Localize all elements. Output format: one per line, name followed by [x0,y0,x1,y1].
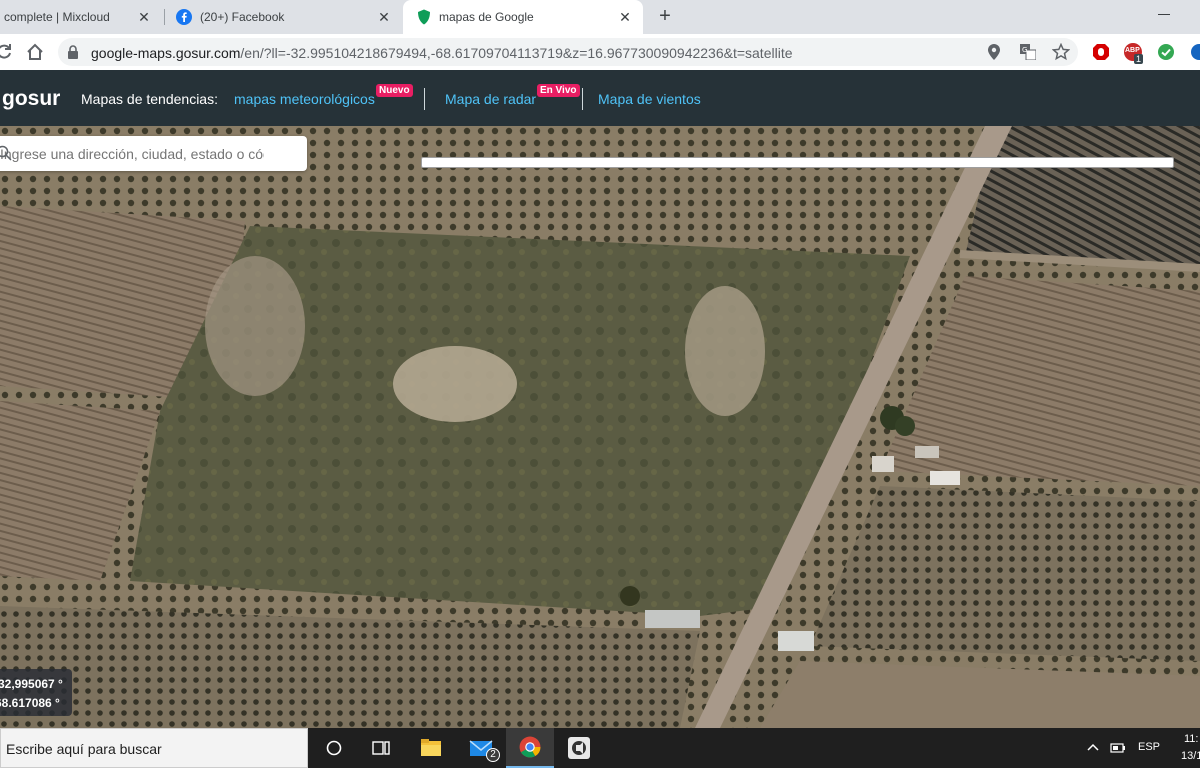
app-icon[interactable] [555,728,603,768]
new-tab-button[interactable]: + [655,6,675,26]
close-icon[interactable]: ✕ [136,9,152,25]
taskbar-search-placeholder: Escribe aquí para buscar [6,741,162,757]
home-icon[interactable] [25,42,45,62]
latitude-value: -32,995067 ° [0,677,63,691]
browser-toolbar: google-maps.gosur.com/en/?ll=-32.9951042… [0,34,1200,70]
tab-divider [164,9,165,25]
chrome-icon[interactable] [506,728,554,768]
battery-icon[interactable] [1110,742,1126,754]
nav-weather-maps[interactable]: mapas meteorológicos [234,91,375,107]
tab-label: complete | Mixcloud [4,10,110,24]
language-indicator[interactable]: ESP [1138,741,1160,753]
nav-radar-map[interactable]: Mapa de radar [445,91,536,107]
tab-label: (20+) Facebook [200,10,285,24]
minimize-button[interactable] [1158,14,1170,15]
task-view-icon[interactable] [357,728,405,768]
profile-icon[interactable] [1190,43,1200,61]
clock-time[interactable]: 11: [1184,733,1198,745]
extension-count-badge: 1 [1134,54,1144,64]
abp-extension-icon[interactable]: ABP 1 [1124,43,1144,64]
address-bar[interactable]: google-maps.gosur.com/en/?ll=-32.9951042… [58,38,1078,66]
trends-label: Mapas de tendencias: [81,91,218,107]
site-header: gosur Mapas de tendencias: mapas meteoro… [0,70,1200,126]
location-search-input[interactable] [0,136,264,171]
translate-icon[interactable]: G [1020,44,1036,60]
reload-icon[interactable] [0,42,14,62]
coordinates-readout: -32,995067 ° -68.617086 ° [0,669,72,716]
location-pin-icon[interactable] [988,44,1000,60]
lock-icon [68,45,78,59]
cortana-icon[interactable] [310,728,358,768]
star-icon[interactable] [1052,43,1070,61]
mail-icon[interactable] [457,728,505,768]
checkmark-extension-icon[interactable] [1157,43,1175,61]
nav-wind-map[interactable]: Mapa de vientos [598,91,701,107]
url-path: /en/?ll=-32.995104218679494,-68.61709704… [240,45,793,61]
nav-divider [582,88,583,110]
longitude-value: -68.617086 ° [0,696,60,710]
close-icon[interactable]: ✕ [376,9,392,25]
close-icon[interactable]: ✕ [617,9,633,25]
tab-facebook[interactable]: (20+) Facebook ✕ [166,0,402,34]
browser-tab-strip: complete | Mixcloud ✕ (20+) Facebook ✕ m… [0,0,1200,34]
satellite-imagery [0,126,1200,728]
loading-progress-bar [421,157,1174,168]
adblock-extension-icon[interactable] [1092,43,1110,61]
gosur-logo[interactable]: gosur [2,87,60,111]
taskbar-search[interactable]: Escribe aquí para buscar [0,728,308,768]
mail-badge: 2 [486,748,500,762]
location-search-box [0,136,307,171]
chevron-up-icon[interactable] [1087,742,1099,752]
shield-green-icon [418,9,430,25]
tab-mixcloud[interactable]: complete | Mixcloud ✕ [0,0,162,34]
live-badge: En Vivo [537,84,580,97]
abp-label: ABP [1125,47,1140,54]
svg-text:G: G [1022,46,1027,54]
satellite-map[interactable]: -32,995067 ° -68.617086 ° [0,126,1200,728]
new-badge: Nuevo [376,84,413,97]
facebook-icon [176,9,192,25]
url-host: google-maps.gosur.com [91,45,241,61]
file-explorer-icon[interactable] [407,728,455,768]
tab-label: mapas de Google [439,10,534,24]
clock-date[interactable]: 13/12 [1181,750,1200,762]
tab-mapas-de-google[interactable]: mapas de Google ✕ [403,0,643,34]
url-text: google-maps.gosur.com/en/?ll=-32.9951042… [91,45,793,61]
nav-divider [424,88,425,110]
windows-taskbar: Escribe aquí para buscar 2 ESP 11: 13/12 [0,728,1200,768]
search-icon[interactable] [0,145,12,161]
